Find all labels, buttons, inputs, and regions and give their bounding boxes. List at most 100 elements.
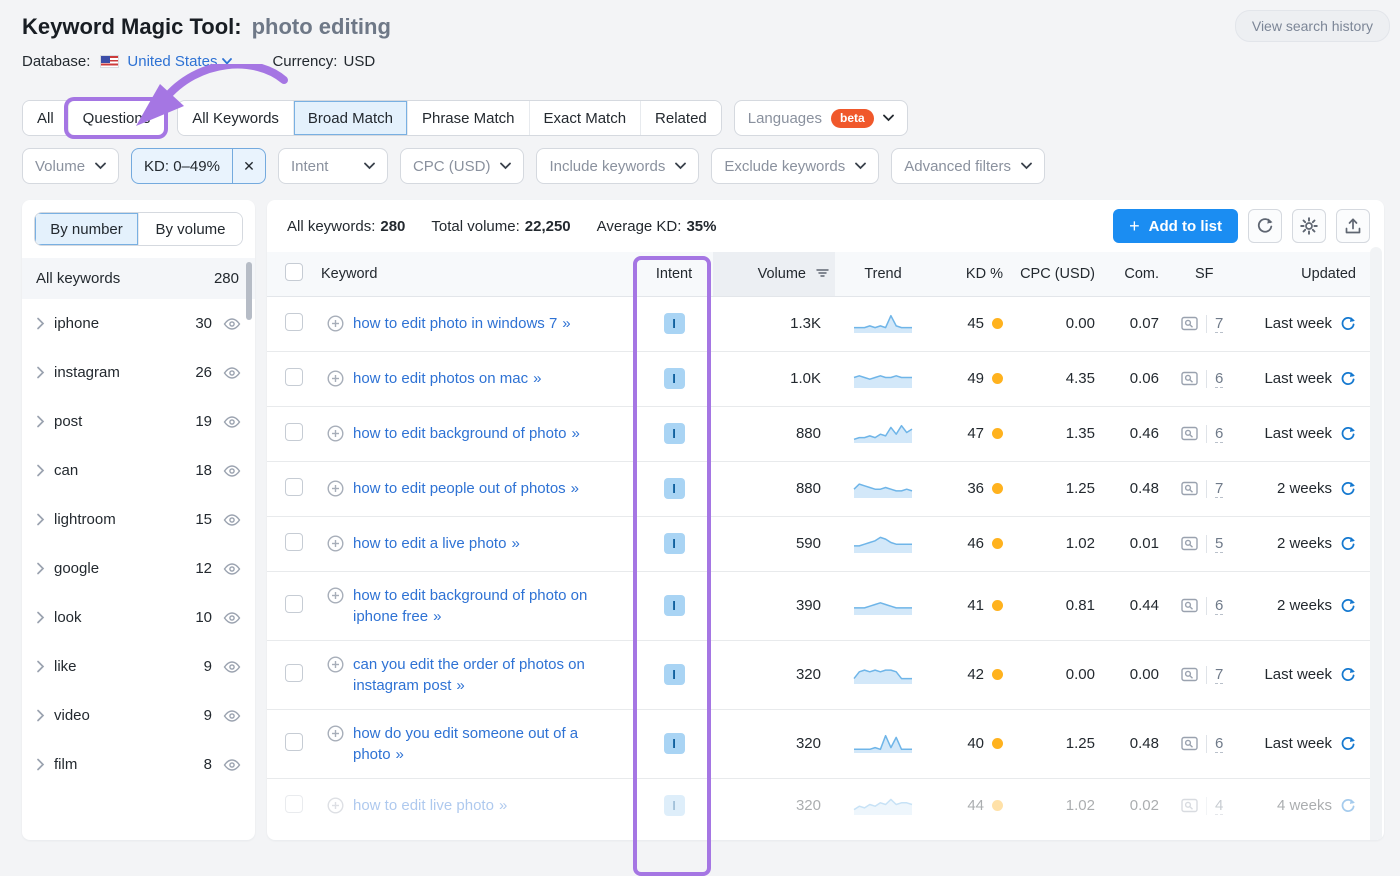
eye-icon[interactable]: [223, 513, 241, 527]
refresh-button[interactable]: [1248, 209, 1282, 243]
keyword-group-post[interactable]: post19: [22, 397, 255, 446]
filter-advanced-filters[interactable]: Advanced filters: [891, 148, 1045, 184]
col-sf[interactable]: SF: [1165, 252, 1249, 296]
keyword-link[interactable]: how to edit a live photo»: [353, 533, 521, 554]
refresh-metrics-icon[interactable]: [1340, 736, 1356, 752]
eye-icon[interactable]: [223, 709, 241, 723]
toggle-by-volume[interactable]: By volume: [138, 213, 242, 245]
keyword-group-look[interactable]: look10: [22, 593, 255, 642]
keyword-link[interactable]: how to edit photo in windows 7»: [353, 313, 572, 334]
expand-keyword-icon[interactable]: »: [499, 797, 508, 814]
col-keyword[interactable]: Keyword: [313, 252, 635, 296]
refresh-metrics-icon[interactable]: [1340, 481, 1356, 497]
refresh-metrics-icon[interactable]: [1340, 316, 1356, 332]
intent-badge-informational[interactable]: I: [664, 478, 685, 499]
expand-keyword-icon[interactable]: »: [533, 370, 542, 387]
add-keyword-icon[interactable]: [327, 587, 344, 604]
row-checkbox[interactable]: [285, 423, 303, 441]
refresh-metrics-icon[interactable]: [1340, 598, 1356, 614]
keyword-group-iphone[interactable]: iphone30: [22, 299, 255, 348]
refresh-metrics-icon[interactable]: [1340, 667, 1356, 683]
refresh-metrics-icon[interactable]: [1340, 798, 1356, 814]
add-keyword-icon[interactable]: [327, 480, 344, 497]
eye-icon[interactable]: [223, 758, 241, 772]
keyword-link[interactable]: how do you edit someone out of a photo»: [353, 723, 629, 765]
add-to-list-button[interactable]: + Add to list: [1113, 209, 1238, 243]
sf-count-link[interactable]: 6: [1215, 735, 1223, 753]
database-selector[interactable]: United States: [127, 53, 232, 70]
sf-count-link[interactable]: 6: [1215, 425, 1223, 443]
sf-count-link[interactable]: 6: [1215, 597, 1223, 615]
row-checkbox[interactable]: [285, 368, 303, 386]
filter-cpc-usd[interactable]: CPC (USD): [400, 148, 525, 184]
col-com[interactable]: Com.: [1101, 252, 1165, 296]
serp-preview-icon[interactable]: [1181, 481, 1198, 496]
refresh-metrics-icon[interactable]: [1340, 426, 1356, 442]
keyword-link[interactable]: how to edit photos on mac»: [353, 368, 542, 389]
sf-count-link[interactable]: 4: [1215, 797, 1223, 815]
row-checkbox[interactable]: [285, 595, 303, 613]
col-volume[interactable]: Volume: [713, 252, 835, 296]
expand-keyword-icon[interactable]: »: [572, 425, 581, 442]
filter-intent[interactable]: Intent: [278, 148, 388, 184]
serp-preview-icon[interactable]: [1181, 316, 1198, 331]
view-search-history-button[interactable]: View search history: [1235, 10, 1390, 42]
eye-icon[interactable]: [223, 415, 241, 429]
refresh-metrics-icon[interactable]: [1340, 536, 1356, 552]
all-keywords-group-header[interactable]: All keywords 280: [22, 258, 255, 299]
row-checkbox[interactable]: [285, 664, 303, 682]
add-keyword-icon[interactable]: [327, 370, 344, 387]
tab-exact-match[interactable]: Exact Match: [529, 101, 641, 135]
add-keyword-icon[interactable]: [327, 535, 344, 552]
tab-broad-match[interactable]: Broad Match: [293, 101, 407, 135]
sf-count-link[interactable]: 7: [1215, 315, 1223, 333]
serp-preview-icon[interactable]: [1181, 667, 1198, 682]
filter-include-keywords[interactable]: Include keywords: [536, 148, 699, 184]
row-checkbox[interactable]: [285, 313, 303, 331]
add-keyword-icon[interactable]: [327, 425, 344, 442]
export-button[interactable]: [1336, 209, 1370, 243]
add-keyword-icon[interactable]: [327, 315, 344, 332]
expand-keyword-icon[interactable]: »: [562, 315, 571, 332]
add-keyword-icon[interactable]: [327, 656, 344, 673]
intent-badge-informational[interactable]: I: [664, 664, 685, 685]
expand-keyword-icon[interactable]: »: [456, 677, 465, 694]
row-checkbox[interactable]: [285, 795, 303, 813]
table-scrollbar[interactable]: [1370, 247, 1382, 840]
intent-badge-informational[interactable]: I: [664, 313, 685, 334]
expand-keyword-icon[interactable]: »: [396, 746, 405, 763]
expand-keyword-icon[interactable]: »: [433, 608, 442, 625]
intent-badge-informational[interactable]: I: [664, 795, 685, 816]
intent-badge-informational[interactable]: I: [664, 733, 685, 754]
keyword-group-google[interactable]: google12: [22, 544, 255, 593]
languages-dropdown[interactable]: Languages beta: [734, 100, 908, 136]
eye-icon[interactable]: [223, 366, 241, 380]
filter-volume[interactable]: Volume: [22, 148, 119, 184]
serp-preview-icon[interactable]: [1181, 371, 1198, 386]
sidebar-scrollbar[interactable]: [246, 262, 252, 320]
intent-badge-informational[interactable]: I: [664, 368, 685, 389]
keyword-group-instagram[interactable]: instagram26: [22, 348, 255, 397]
tab-phrase-match[interactable]: Phrase Match: [407, 101, 529, 135]
serp-preview-icon[interactable]: [1181, 736, 1198, 751]
row-checkbox[interactable]: [285, 478, 303, 496]
sf-count-link[interactable]: 6: [1215, 370, 1223, 388]
add-keyword-icon[interactable]: [327, 725, 344, 742]
eye-icon[interactable]: [223, 611, 241, 625]
add-keyword-icon[interactable]: [327, 797, 344, 814]
filter-kd-active[interactable]: KD: 0–49%✕: [131, 148, 266, 184]
col-kd[interactable]: KD %: [931, 252, 1009, 296]
tab-all-keywords[interactable]: All Keywords: [178, 101, 293, 135]
expand-keyword-icon[interactable]: »: [511, 535, 520, 552]
eye-icon[interactable]: [223, 464, 241, 478]
keyword-group-can[interactable]: can18: [22, 446, 255, 495]
serp-preview-icon[interactable]: [1181, 536, 1198, 551]
keyword-link[interactable]: how to edit live photo»: [353, 795, 508, 816]
eye-icon[interactable]: [223, 562, 241, 576]
keyword-link[interactable]: how to edit people out of photos»: [353, 478, 580, 499]
serp-preview-icon[interactable]: [1181, 426, 1198, 441]
sf-count-link[interactable]: 7: [1215, 480, 1223, 498]
col-cpc[interactable]: CPC (USD): [1009, 252, 1101, 296]
tab-all[interactable]: All: [23, 101, 68, 135]
filter-exclude-keywords[interactable]: Exclude keywords: [711, 148, 879, 184]
